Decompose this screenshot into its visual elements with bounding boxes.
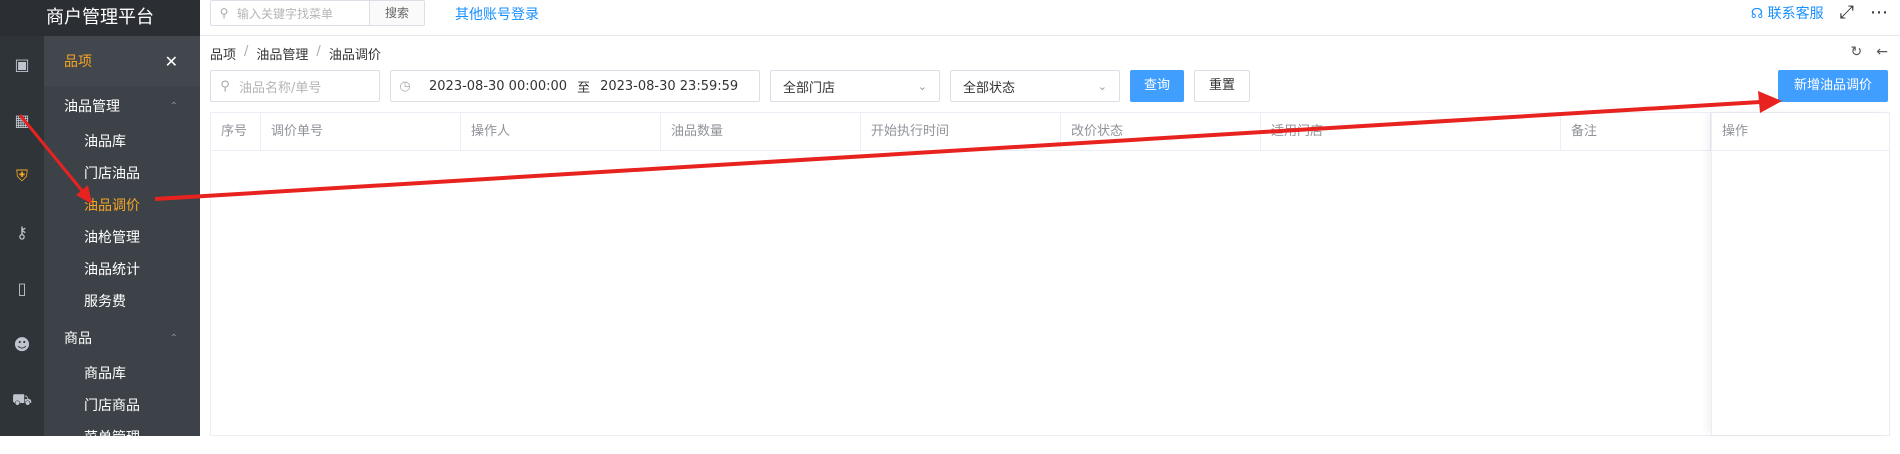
store-select[interactable]: 全部门店 ⌄ bbox=[770, 70, 940, 102]
breadcrumb-item: 油品调价 bbox=[328, 48, 381, 63]
fixed-action-column: 操作 bbox=[1711, 113, 1889, 435]
contact-support-label: 联系客服 bbox=[1767, 5, 1824, 22]
chevron-up-icon: ⌃ bbox=[169, 332, 178, 344]
date-range-picker[interactable]: ◷ 2023-08-30 00:00:00 至 2023-08-30 23:59… bbox=[390, 70, 760, 102]
rail-calendar-icon[interactable]: ▦ bbox=[0, 92, 44, 148]
rail-bag-icon[interactable]: ⛨ bbox=[0, 148, 44, 204]
sidebar-item-oil-stats[interactable]: 油品统计 bbox=[44, 254, 200, 286]
sidebar-group-label: 商品 bbox=[64, 331, 92, 347]
column-header: 油品数量 bbox=[661, 113, 861, 151]
breadcrumb: 品项 / 油品管理 / 油品调价 bbox=[210, 44, 381, 63]
column-header: 操作人 bbox=[461, 113, 661, 151]
filter-bar: ⚲ 油品名称/单号 ◷ 2023-08-30 00:00:00 至 2023-0… bbox=[210, 70, 1251, 102]
back-arrow-icon[interactable]: ← bbox=[1876, 44, 1888, 60]
headset-icon: ☊ bbox=[1750, 5, 1764, 22]
sidebar-group-goods[interactable]: 商品 ⌃ bbox=[44, 318, 200, 358]
sidebar-title: 品项 bbox=[64, 54, 92, 70]
column-header: 操作 bbox=[1712, 113, 1889, 151]
sidebar-item-nozzle-manage[interactable]: 油枪管理 bbox=[44, 222, 200, 254]
more-icon[interactable]: ⋯ bbox=[1870, 2, 1888, 23]
sidebar-item-store-goods[interactable]: 门店商品 bbox=[44, 390, 200, 422]
column-header: 序号 bbox=[211, 113, 261, 151]
search-icon: ⚲ bbox=[220, 78, 230, 94]
column-header: 调价单号 bbox=[261, 113, 461, 151]
breadcrumb-item[interactable]: 油品管理 bbox=[256, 44, 308, 63]
rail-tablet-icon[interactable]: ▯ bbox=[0, 260, 44, 316]
keyword-input[interactable]: ⚲ 油品名称/单号 bbox=[210, 70, 380, 102]
clock-icon: ◷ bbox=[399, 78, 411, 94]
table-header: 序号 调价单号 操作人 油品数量 开始执行时间 改价状态 适用门店 备注 bbox=[211, 113, 1889, 151]
search-icon: ⚲ bbox=[219, 6, 229, 20]
date-start: 2023-08-30 00:00:00 bbox=[429, 78, 568, 94]
app-title: 商户管理平台 bbox=[0, 0, 200, 36]
column-header: 适用门店 bbox=[1261, 113, 1561, 151]
sidebar-group-oil[interactable]: 油品管理 ⌃ bbox=[44, 86, 200, 126]
other-account-login-link[interactable]: 其他账号登录 bbox=[455, 4, 539, 24]
fullscreen-icon[interactable]: ⤢ bbox=[1840, 2, 1854, 23]
price-adjust-table: 序号 调价单号 操作人 油品数量 开始执行时间 改价状态 适用门店 备注 操作 bbox=[210, 112, 1890, 436]
chevron-down-icon: ⌄ bbox=[917, 79, 927, 93]
top-right-actions: ☊ 联系客服 ⤢ ⋯ bbox=[1751, 2, 1888, 23]
query-button[interactable]: 查询 bbox=[1130, 70, 1185, 102]
chevron-down-icon: ⌄ bbox=[1097, 79, 1107, 93]
rail-truck-icon[interactable]: ⛟ bbox=[0, 372, 44, 428]
date-end: 2023-08-30 23:59:59 bbox=[600, 78, 739, 94]
menu-search-input[interactable]: 输入关键字找菜单 bbox=[237, 5, 369, 22]
menu-search-button[interactable]: 搜索 bbox=[369, 1, 424, 25]
icon-rail: ▣ ▦ ⛨ ⚷ ▯ ☻ ⛟ bbox=[0, 36, 44, 436]
contact-support-link[interactable]: ☊ 联系客服 bbox=[1751, 3, 1824, 23]
close-icon[interactable]: ✕ bbox=[165, 52, 178, 71]
keyword-placeholder: 油品名称/单号 bbox=[239, 80, 322, 96]
sidebar-item-oil-library[interactable]: 油品库 bbox=[44, 126, 200, 158]
status-select[interactable]: 全部状态 ⌄ bbox=[950, 70, 1120, 102]
status-select-value: 全部状态 bbox=[963, 80, 1016, 96]
sidebar-item-menu-manage[interactable]: 菜单管理 bbox=[44, 422, 200, 454]
chevron-up-icon: ⌃ bbox=[169, 100, 178, 112]
reset-button[interactable]: 重置 bbox=[1194, 70, 1251, 102]
breadcrumb-separator: / bbox=[316, 44, 321, 59]
column-header: 改价状态 bbox=[1061, 113, 1261, 151]
column-header: 开始执行时间 bbox=[861, 113, 1061, 151]
column-header: 备注 bbox=[1561, 113, 1711, 151]
refresh-icon[interactable]: ↻ bbox=[1851, 44, 1863, 60]
main-content: 品项 / 油品管理 / 油品调价 ↻ ← ⚲ 油品名称/单号 ◷ 2023-08… bbox=[200, 36, 1900, 436]
sidebar-item-service-fee[interactable]: 服务费 bbox=[44, 286, 200, 318]
rail-store-icon[interactable]: ▣ bbox=[0, 36, 44, 92]
sidebar-item-oil-price-adjust[interactable]: 油品调价 bbox=[44, 190, 200, 222]
sidebar-header: 品项 ✕ bbox=[44, 36, 200, 86]
date-separator: 至 bbox=[577, 80, 591, 96]
menu-search: ⚲ 输入关键字找菜单 搜索 bbox=[210, 0, 425, 26]
sidebar: 品项 ✕ 油品管理 ⌃ 油品库 门店油品 油品调价 油枪管理 油品统计 服务费 … bbox=[44, 36, 200, 446]
store-select-value: 全部门店 bbox=[783, 80, 836, 96]
breadcrumb-separator: / bbox=[244, 44, 249, 59]
sidebar-item-store-oil[interactable]: 门店油品 bbox=[44, 158, 200, 190]
add-oil-price-adjust-button[interactable]: 新增油品调价 bbox=[1777, 70, 1888, 102]
sidebar-item-goods-library[interactable]: 商品库 bbox=[44, 358, 200, 390]
top-bar: 商户管理平台 ⚲ 输入关键字找菜单 搜索 其他账号登录 ☊ 联系客服 ⤢ ⋯ bbox=[0, 0, 1900, 36]
rail-user-icon[interactable]: ☻ bbox=[0, 316, 44, 372]
breadcrumb-item[interactable]: 品项 bbox=[210, 44, 236, 63]
rail-share-icon[interactable]: ⚷ bbox=[0, 204, 44, 260]
sidebar-group-label: 油品管理 bbox=[64, 99, 120, 115]
page-actions: ↻ ← bbox=[1851, 44, 1888, 60]
